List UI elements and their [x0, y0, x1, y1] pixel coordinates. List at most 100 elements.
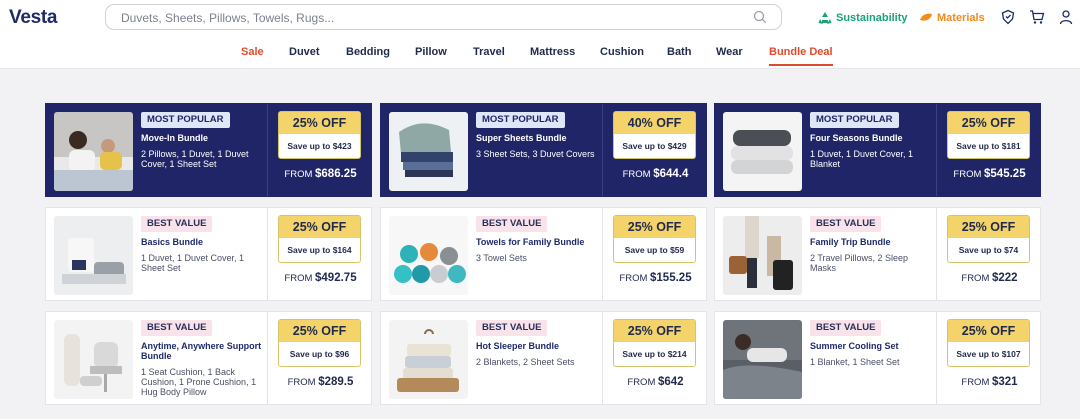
nav-pillow[interactable]: Pillow [415, 44, 447, 66]
bundle-card-hot-sleeper[interactable]: BEST VALUE Hot Sleeper Bundle 2 Blankets… [380, 311, 707, 405]
nav-bundle-deal[interactable]: Bundle Deal [769, 44, 833, 66]
bundle-description: 1 Seat Cushion, 1 Back Cushion, 1 Prone … [141, 367, 257, 397]
card-divider [602, 208, 603, 300]
bundle-image [723, 112, 802, 191]
bundle-title: Move-In Bundle [141, 133, 208, 143]
bundle-image [723, 320, 802, 399]
bundle-title: Anytime, Anywhere Support Bundle [141, 341, 262, 361]
bundle-title: Summer Cooling Set [810, 341, 899, 351]
bundle-card-move-in[interactable]: MOST POPULAR Move-In Bundle 2 Pillows, 1… [45, 103, 372, 197]
vesta-logo[interactable]: Vesta [9, 7, 57, 29]
bundle-description: 1 Duvet, 1 Duvet Cover, 1 Sheet Set [141, 253, 245, 273]
nav-duvet[interactable]: Duvet [289, 44, 320, 66]
discount-label: 25% OFF [948, 112, 1029, 134]
discount-label: 25% OFF [948, 216, 1029, 238]
nav-bedding[interactable]: Bedding [346, 44, 390, 66]
bundle-title: Towels for Family Bundle [476, 237, 585, 247]
bundle-description: 2 Pillows, 1 Duvet, 1 Duvet Cover, 1 She… [141, 149, 249, 169]
from-label: FROM [284, 273, 313, 284]
bundle-title: Four Seasons Bundle [810, 133, 903, 143]
bundle-image [54, 216, 133, 295]
savings-label: Save up to $59 [624, 245, 685, 255]
badge-best-value: BEST VALUE [476, 216, 548, 232]
cart-icon[interactable] [1029, 9, 1045, 25]
price-block: FROM $686.25 [268, 168, 373, 180]
bundle-card-four-seasons[interactable]: MOST POPULAR Four Seasons Bundle 1 Duvet… [714, 103, 1041, 197]
bundle-description: 1 Duvet, 1 Duvet Cover, 1 Blanket [810, 149, 914, 169]
badge-icon[interactable] [1000, 9, 1016, 25]
price: $222 [992, 272, 1018, 284]
offer-box: 25% OFF Save up to $74 [947, 215, 1030, 263]
nav-cushion[interactable]: Cushion [600, 44, 644, 66]
sustainability-link[interactable]: Sustainability [818, 9, 908, 27]
price-block: FROM $222 [937, 272, 1042, 284]
savings-label: Save up to $96 [289, 349, 350, 359]
badge-best-value: BEST VALUE [476, 320, 548, 336]
discount-label: 25% OFF [279, 320, 360, 342]
bundle-image [389, 216, 468, 295]
price: $545.25 [984, 168, 1026, 180]
bundle-card-basics[interactable]: BEST VALUE Basics Bundle 1 Duvet, 1 Duve… [45, 207, 372, 301]
from-label: FROM [622, 169, 651, 180]
offer-box: 25% OFF Save up to $107 [947, 319, 1030, 367]
price: $492.75 [315, 272, 357, 284]
card-divider [936, 312, 937, 404]
bundle-title: Hot Sleeper Bundle [476, 341, 560, 351]
site-header: Vesta Sustainability Materials [0, 0, 1080, 69]
price: $686.25 [315, 168, 357, 180]
bundle-card-support[interactable]: BEST VALUE Anytime, Anywhere Support Bun… [45, 311, 372, 405]
savings-label: Save up to $164 [287, 245, 352, 255]
price: $321 [992, 376, 1018, 388]
from-label: FROM [961, 377, 990, 388]
bundle-title: Basics Bundle [141, 237, 204, 247]
price: $155.25 [650, 272, 692, 284]
card-divider [267, 208, 268, 300]
bundle-card-summer-cooling[interactable]: BEST VALUE Summer Cooling Set 1 Blanket,… [714, 311, 1041, 405]
materials-link[interactable]: Materials [919, 9, 985, 27]
bundle-image [54, 320, 133, 399]
materials-label: Materials [937, 12, 985, 24]
price-block: FROM $321 [937, 376, 1042, 388]
search-bar[interactable] [105, 4, 782, 30]
from-label: FROM [284, 169, 313, 180]
price: $289.5 [318, 376, 354, 388]
discount-label: 25% OFF [279, 216, 360, 238]
from-label: FROM [287, 377, 316, 388]
nav-mattress[interactable]: Mattress [530, 44, 575, 66]
bundle-card-super-sheets[interactable]: MOST POPULAR Super Sheets Bundle 3 Sheet… [380, 103, 707, 197]
nav-travel[interactable]: Travel [473, 44, 505, 66]
from-label: FROM [953, 169, 982, 180]
badge-best-value: BEST VALUE [141, 320, 213, 336]
bundle-card-family-trip[interactable]: BEST VALUE Family Trip Bundle 2 Travel P… [714, 207, 1041, 301]
card-divider [267, 312, 268, 404]
bundle-description: 2 Blankets, 2 Sheet Sets [476, 357, 575, 367]
badge-most-popular: MOST POPULAR [810, 112, 899, 128]
from-label: FROM [627, 377, 656, 388]
nav-bath[interactable]: Bath [667, 44, 691, 66]
search-icon[interactable] [753, 10, 767, 24]
offer-box: 25% OFF Save up to $96 [278, 319, 361, 367]
savings-label: Save up to $74 [958, 245, 1019, 255]
bundle-image [54, 112, 133, 191]
nav-sale[interactable]: Sale [241, 44, 264, 66]
bundle-card-towels[interactable]: BEST VALUE Towels for Family Bundle 3 To… [380, 207, 707, 301]
price-block: FROM $492.75 [268, 272, 373, 284]
badge-most-popular: MOST POPULAR [476, 112, 565, 128]
price-block: FROM $642 [603, 376, 708, 388]
badge-best-value: BEST VALUE [810, 216, 882, 232]
discount-label: 25% OFF [614, 216, 695, 238]
bundle-image [723, 216, 802, 295]
discount-label: 25% OFF [279, 112, 360, 134]
nav-wear[interactable]: Wear [716, 44, 743, 66]
price-block: FROM $289.5 [268, 376, 373, 388]
price: $642 [658, 376, 684, 388]
card-divider [267, 104, 268, 196]
bundle-description: 1 Blanket, 1 Sheet Set [810, 357, 900, 367]
user-icon[interactable] [1058, 9, 1074, 25]
sustainability-label: Sustainability [836, 12, 908, 24]
card-divider [602, 312, 603, 404]
bundle-title: Family Trip Bundle [810, 237, 891, 247]
offer-box: 25% OFF Save up to $164 [278, 215, 361, 263]
badge-best-value: BEST VALUE [810, 320, 882, 336]
search-input[interactable] [121, 9, 741, 26]
